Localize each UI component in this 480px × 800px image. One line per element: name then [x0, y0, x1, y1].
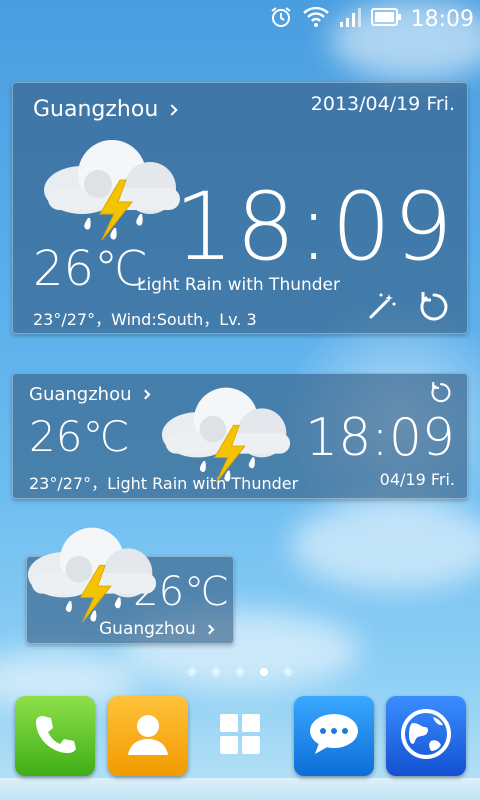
contacts-icon: [123, 709, 173, 763]
magic-wand-icon[interactable]: [367, 291, 397, 325]
app-drawer-button[interactable]: [205, 696, 275, 776]
weather-detail: 23°/27°，Wind:South，Lv. 3: [33, 310, 257, 329]
browser-app-button[interactable]: [386, 696, 466, 776]
app-drawer-icon: [218, 712, 262, 760]
page-indicator: [0, 668, 480, 676]
city-selector[interactable]: Guangzhou: [29, 384, 150, 405]
page-dot: [236, 668, 244, 676]
messages-app-button[interactable]: [294, 696, 374, 776]
contacts-app-button[interactable]: [108, 696, 188, 776]
page-dot-active: [260, 668, 268, 676]
wifi-icon: [302, 6, 329, 32]
clock-time[interactable]: 18:09: [305, 408, 455, 468]
thunder-rain-cloud-icon: [38, 134, 186, 260]
date-label: 04/19 Fri.: [379, 470, 455, 489]
browser-icon: [399, 707, 453, 765]
page-dot: [284, 668, 292, 676]
city-name: Guangzhou: [29, 384, 132, 405]
city-name: Guangzhou: [33, 97, 159, 122]
dock-shelf: [0, 778, 480, 800]
thunder-rain-cloud-icon: [156, 382, 296, 501]
weather-condition: Light Rain with Thunder: [137, 275, 341, 295]
refresh-icon[interactable]: [417, 289, 451, 327]
refresh-icon[interactable]: [429, 380, 453, 408]
phone-app-button[interactable]: [15, 696, 95, 776]
city-selector[interactable]: Guangzhou: [33, 97, 178, 122]
messages-icon: [307, 711, 361, 761]
status-time: 18:09: [410, 6, 474, 32]
current-temperature: 26℃: [29, 412, 130, 461]
date-label: 2013/04/19 Fri.: [310, 93, 455, 115]
signal-icon: [339, 6, 361, 32]
status-bar: 18:09: [0, 0, 480, 38]
chevron-right-icon: [166, 103, 178, 116]
page-dot: [188, 668, 196, 676]
battery-icon: [370, 8, 401, 30]
thunder-rain-cloud-icon: [22, 522, 162, 641]
alarm-icon: [269, 5, 293, 33]
page-dot: [212, 668, 220, 676]
chevron-right-icon: [204, 624, 215, 634]
phone-icon: [31, 710, 79, 762]
dock: [0, 690, 480, 800]
clock-time[interactable]: 18:09: [174, 173, 455, 282]
chevron-right-icon: [140, 389, 150, 400]
